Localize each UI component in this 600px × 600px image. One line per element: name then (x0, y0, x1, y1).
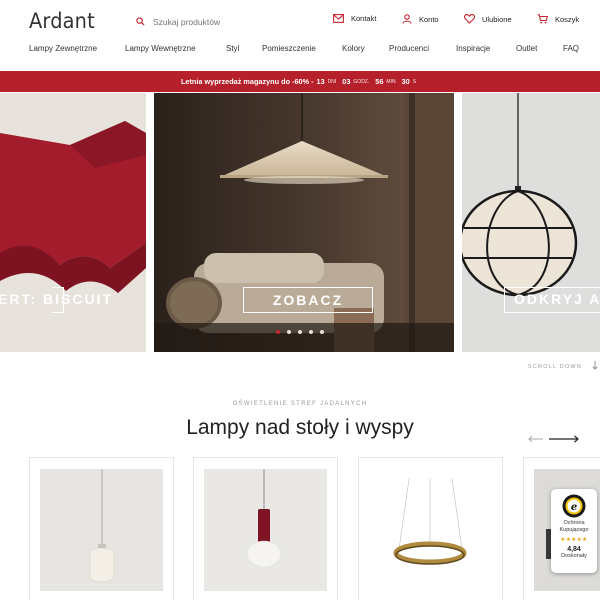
nav-item-outlet[interactable]: Outlet (516, 44, 537, 53)
cart-link[interactable]: Koszyk (537, 14, 579, 24)
slider-dot-4[interactable] (309, 330, 313, 334)
slider-dots (276, 330, 324, 334)
logo[interactable]: Ardant (29, 9, 95, 33)
carousel-prev-arrow-icon[interactable] (528, 430, 544, 448)
slide-left-button-frame (52, 287, 64, 313)
countdown-days-unit: DNI (327, 78, 337, 85)
zobacz-button[interactable]: ZOBACZ (243, 287, 373, 313)
slider-dot-1[interactable] (276, 330, 280, 334)
product-card[interactable] (29, 457, 174, 600)
product-image[interactable] (369, 469, 492, 591)
product-image[interactable] (204, 469, 327, 591)
header: Ardant Kontakt Konto Ulubione Koszyk (0, 0, 600, 42)
product-image[interactable] (40, 469, 163, 591)
search-input[interactable] (153, 17, 273, 27)
favorites-label: Ulubione (482, 14, 512, 24)
interior-pendant-image (154, 93, 454, 352)
countdown-hours: 03 (342, 77, 351, 86)
rating-score: 4,84 (567, 546, 581, 553)
nav-item-colors[interactable]: Kolory (342, 44, 365, 53)
search-icon[interactable] (136, 13, 145, 31)
rating-label: Doskonały (561, 553, 587, 559)
arrow-down-icon (592, 361, 598, 372)
nav-item-style[interactable]: Styl (226, 44, 239, 53)
nav-item-outdoor-lamps[interactable]: Lampy Zewnętrzne (29, 44, 97, 53)
lantern-pendant-image (462, 93, 600, 352)
hero-slide-center[interactable] (154, 93, 454, 352)
search-bar[interactable] (136, 13, 273, 31)
red-lamp-image (0, 93, 146, 352)
cart-icon (537, 14, 548, 24)
carousel-next-arrow-icon[interactable] (549, 430, 579, 448)
account-link[interactable]: Konto (402, 14, 439, 24)
svg-text:e: e (571, 502, 577, 513)
slide-right-button-frame[interactable] (504, 287, 600, 313)
slider-dot-5[interactable] (320, 330, 324, 334)
rating-stars: ★★★★★ (560, 537, 588, 543)
countdown-minutes-unit: MIN (386, 78, 396, 85)
promo-bar[interactable]: Letnia wyprzedaż magazynu do -60% - 13 D… (0, 71, 600, 92)
user-icon (402, 14, 412, 24)
product-card[interactable] (358, 457, 503, 600)
account-label: Konto (419, 14, 439, 24)
countdown-days: 13 (316, 77, 325, 86)
hero-slide-right[interactable]: ODKRYJ A (462, 93, 600, 352)
trusted-shops-icon: e (562, 494, 586, 518)
contact-label: Kontakt (351, 14, 377, 23)
countdown-minutes: 56 (375, 77, 384, 86)
slider-dot-3[interactable] (298, 330, 302, 334)
heart-icon (464, 14, 475, 24)
trust-badge[interactable]: e Ochrona Kupującego ★★★★★ 4,84 Doskonał… (551, 489, 597, 573)
nav-item-brands[interactable]: Producenci (389, 44, 429, 53)
section-title: Lampy nad stoły i wyspy (186, 416, 414, 439)
nav-item-indoor-lamps[interactable]: Lampy Wewnętrzne (125, 44, 196, 53)
promo-text: Letnia wyprzedaż magazynu do -60% - (180, 77, 314, 86)
nav-item-inspirations[interactable]: Inspiracje (456, 44, 490, 53)
scroll-down-label: SCROLL DOWN (528, 363, 582, 370)
nav-item-faq[interactable]: FAQ (563, 44, 579, 53)
contact-link[interactable]: Kontakt (333, 14, 376, 23)
cart-label: Koszyk (555, 14, 580, 24)
section-kicker: OŚWIETLENIE STREF JADALNYCH (232, 401, 368, 407)
slider-dot-2[interactable] (287, 330, 291, 334)
countdown-seconds-unit: S (412, 78, 417, 85)
mail-icon (333, 14, 344, 23)
scroll-down[interactable]: SCROLL DOWN (528, 361, 598, 372)
main-nav: Lampy Zewnętrzne Lampy Wewnętrzne Styl P… (0, 44, 600, 60)
trust-title: Ochrona Kupującego (559, 520, 589, 533)
hero-slide-left[interactable]: ERT: BISCUIT (0, 93, 146, 352)
product-card[interactable] (193, 457, 338, 600)
nav-item-room[interactable]: Pomieszczenie (262, 44, 316, 53)
favorites-link[interactable]: Ulubione (464, 14, 512, 24)
countdown-hours-unit: GODZ. (353, 78, 370, 85)
countdown-seconds: 30 (401, 77, 410, 86)
